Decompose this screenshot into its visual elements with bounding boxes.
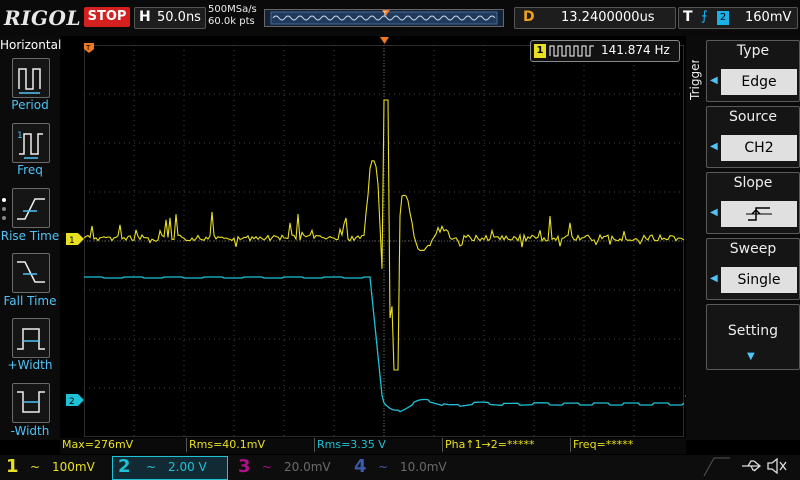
menu-title: Horizontal bbox=[0, 38, 62, 52]
brand-logo: RIGOL bbox=[4, 6, 82, 30]
memory-overview-bar[interactable]: T bbox=[264, 9, 504, 27]
channel-4-button[interactable]: 4 bbox=[354, 455, 367, 479]
pos-width-icon bbox=[17, 328, 45, 350]
timebase-value: 50.0ns bbox=[157, 10, 201, 25]
channel-1-offset-marker[interactable]: 1 bbox=[66, 233, 84, 245]
svg-text:1: 1 bbox=[17, 131, 23, 141]
channel-4-coupling: ~ bbox=[378, 460, 389, 474]
trigger-label: T bbox=[683, 9, 693, 25]
pos-width-button[interactable] bbox=[12, 318, 50, 358]
svg-text:2: 2 bbox=[69, 397, 75, 406]
trigger-position-arrow-icon bbox=[380, 37, 389, 44]
run-stop-indicator[interactable]: STOP bbox=[84, 7, 130, 27]
freq-icon: 1 bbox=[17, 131, 43, 159]
svg-text:Trigger: Trigger bbox=[688, 60, 702, 101]
menu-side-title: Trigger bbox=[688, 60, 702, 101]
measurement-freq[interactable]: Freq=***** bbox=[570, 438, 633, 452]
memory-overview-waveform: T bbox=[270, 10, 498, 25]
neg-width-label: -Width bbox=[10, 424, 50, 438]
rise-time-button[interactable] bbox=[12, 188, 50, 228]
channel-3-button[interactable]: 3 bbox=[238, 455, 251, 479]
acquisition-info: 500MSa/s 60.0k pts bbox=[208, 4, 257, 28]
rise-time-icon bbox=[17, 198, 45, 220]
svg-text:T: T bbox=[382, 11, 387, 18]
channel-2-coupling: ~ bbox=[146, 460, 157, 474]
period-label: Period bbox=[11, 98, 49, 112]
pos-width-label: +Width bbox=[7, 358, 53, 372]
slope-value bbox=[721, 201, 797, 227]
channel-2-button[interactable]: 2 bbox=[118, 455, 131, 479]
select-arrow-icon: ◀ bbox=[710, 273, 718, 284]
freq-button[interactable]: 1 bbox=[12, 123, 50, 163]
horizontal-timebase[interactable]: H 50.0ns bbox=[134, 7, 206, 29]
type-value: Edge bbox=[721, 69, 797, 95]
measurement-ch1-max[interactable]: Max=276mV bbox=[60, 438, 133, 452]
freq-label: Freq bbox=[17, 163, 43, 177]
source-value: CH2 bbox=[721, 135, 797, 161]
channel-2-scale[interactable]: 2.00 V bbox=[168, 457, 207, 477]
slope-title: Slope bbox=[733, 175, 773, 191]
measurement-ch2-rms[interactable]: Rms=3.35 V bbox=[314, 438, 386, 452]
trigger-slope-button[interactable]: Slope ◀ bbox=[706, 172, 800, 234]
delay-label: D bbox=[523, 9, 535, 25]
measurement-ch1-rms[interactable]: Rms=40.1mV bbox=[186, 438, 265, 452]
sample-rate: 500MSa/s bbox=[208, 4, 257, 15]
channel-4-scale[interactable]: 10.0mV bbox=[400, 457, 447, 477]
speaker-mute-icon[interactable] bbox=[766, 458, 788, 474]
svg-text:1: 1 bbox=[69, 236, 75, 245]
setting-title: Setting bbox=[727, 323, 779, 339]
sweep-value: Single bbox=[721, 267, 797, 293]
source-title: Source bbox=[728, 109, 778, 125]
channel-1-button[interactable]: 1 bbox=[6, 455, 19, 479]
rising-edge-icon: ⨍ bbox=[701, 9, 708, 24]
counter-channel-badge: 1 bbox=[534, 44, 546, 58]
trigger-level: 160mV bbox=[745, 10, 792, 25]
trigger-sweep-button[interactable]: Sweep ◀ Single bbox=[706, 238, 800, 300]
counter-value: 141.874 Hz bbox=[601, 43, 670, 57]
usb-icon bbox=[742, 460, 762, 472]
fall-time-button[interactable] bbox=[12, 253, 50, 293]
trigger-time-marker-icon: T bbox=[84, 43, 94, 53]
trigger-setting-button[interactable]: Setting ▼ bbox=[706, 304, 800, 370]
memory-depth: 60.0k pts bbox=[208, 16, 255, 27]
square-wave-icon bbox=[549, 45, 594, 57]
sweep-title: Sweep bbox=[729, 241, 777, 257]
horizontal-label: H bbox=[139, 9, 151, 25]
waveform-display[interactable] bbox=[84, 45, 684, 437]
channel-1-scale[interactable]: 100mV bbox=[52, 457, 95, 477]
page-indicator bbox=[2, 198, 8, 225]
neg-width-icon bbox=[17, 391, 45, 413]
trigger-source-badge: 2 bbox=[717, 11, 729, 25]
frequency-counter: 1 141.874 Hz bbox=[530, 40, 680, 62]
trigger-type-button[interactable]: Type ◀ Edge bbox=[706, 40, 800, 102]
trigger-source-button[interactable]: Source ◀ CH2 bbox=[706, 106, 800, 168]
neg-width-button[interactable] bbox=[12, 383, 50, 423]
trigger-status[interactable]: T ⨍ 2 160mV bbox=[678, 7, 798, 29]
select-arrow-icon: ◀ bbox=[710, 75, 718, 86]
channel-3-scale[interactable]: 20.0mV bbox=[284, 457, 331, 477]
submenu-arrow-icon: ▼ bbox=[747, 351, 755, 362]
period-button[interactable] bbox=[12, 58, 50, 98]
fall-time-label: Fall Time bbox=[3, 294, 57, 308]
select-arrow-icon: ◀ bbox=[710, 207, 718, 218]
channel-2-offset-marker[interactable]: 2 bbox=[66, 394, 84, 406]
rise-time-label: Rise Time bbox=[0, 229, 60, 243]
period-icon bbox=[18, 68, 41, 94]
delay-display[interactable]: D 13.2400000us bbox=[514, 7, 676, 29]
fall-time-icon bbox=[17, 261, 45, 283]
rising-edge-icon bbox=[746, 207, 772, 221]
measurement-phase[interactable]: Pha↑1→2=***** bbox=[442, 438, 535, 452]
channel-1-coupling: ~ bbox=[30, 460, 41, 474]
select-arrow-icon: ◀ bbox=[710, 141, 718, 152]
type-title: Type bbox=[736, 43, 770, 59]
svg-text:T: T bbox=[85, 44, 91, 52]
math-separator-icon bbox=[703, 457, 730, 477]
channel-3-coupling: ~ bbox=[262, 460, 273, 474]
delay-value: 13.2400000us bbox=[561, 10, 655, 25]
